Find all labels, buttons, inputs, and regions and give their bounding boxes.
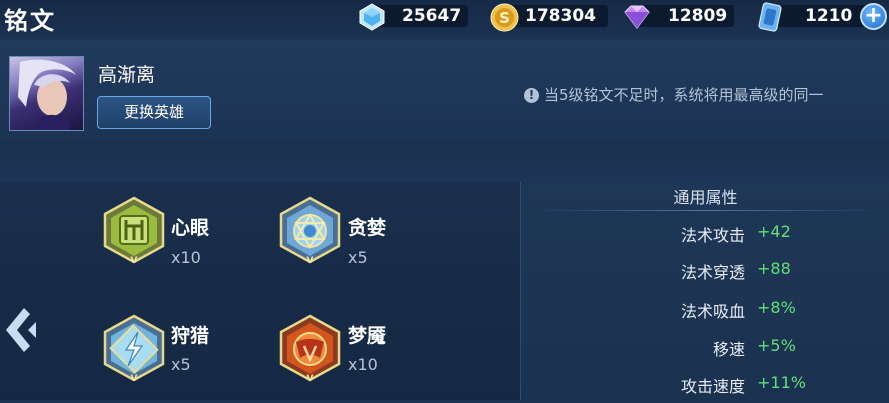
section-divider xyxy=(0,140,889,183)
plus-icon: + xyxy=(864,3,883,28)
rune-count: x10 xyxy=(348,355,378,374)
resource-diamonds: 25647 xyxy=(358,3,468,31)
blue-lightning-rune-icon[interactable]: V xyxy=(100,314,168,384)
rune-name: 贪婪 xyxy=(348,217,387,239)
attribute-row: 移速 +5% xyxy=(521,336,889,366)
rune-name: 心眼 xyxy=(171,217,210,239)
attribute-label: 法术吸血 xyxy=(680,302,745,321)
resource-crystals: 12809 xyxy=(620,3,735,29)
rune-name: 梦魇 xyxy=(348,325,387,347)
attribute-row: 法术攻击 +42 xyxy=(521,222,889,252)
attribute-row: 法术吸血 +8% xyxy=(521,298,889,328)
attribute-row: 法术穿透 +88 xyxy=(521,259,889,289)
attribute-value: +42 xyxy=(757,222,791,241)
green-rune-icon[interactable]: V xyxy=(100,196,168,266)
attribute-row: 攻击速度 +11% xyxy=(521,373,889,403)
attribute-value: +88 xyxy=(757,259,791,278)
hero-name: 高渐离 xyxy=(98,64,156,86)
attribute-value: +5% xyxy=(757,336,796,355)
svg-text:S: S xyxy=(499,9,510,27)
rune-count: x10 xyxy=(171,248,201,267)
attribute-value: +8% xyxy=(757,298,796,317)
svg-text:V: V xyxy=(131,256,138,266)
rune-name: 狩猎 xyxy=(171,325,210,347)
diamond-gem-icon xyxy=(359,3,385,31)
info-icon: ! xyxy=(524,88,539,103)
back-arrow-icon[interactable] xyxy=(0,300,40,360)
attributes-divider xyxy=(531,210,880,211)
svg-text:V: V xyxy=(131,374,138,384)
change-hero-button[interactable]: 更换英雄 xyxy=(97,96,211,129)
red-rune-icon[interactable]: V xyxy=(276,314,344,384)
hero-avatar[interactable] xyxy=(9,56,84,131)
diamond-count: 25647 xyxy=(402,6,462,26)
rune-count: x5 xyxy=(171,355,191,374)
notice-text: ! 当5级铭文不足时，系统将用最高级的同一 xyxy=(524,84,824,105)
add-resource-button[interactable]: + xyxy=(860,3,887,30)
resource-cards: 1210 xyxy=(755,2,865,32)
rune-count: x5 xyxy=(348,248,368,267)
svg-text:V: V xyxy=(307,374,314,384)
top-bar: 铭文 25647 S 178304 12809 1210 + xyxy=(0,0,889,36)
resource-gold: S 178304 xyxy=(490,3,610,32)
blue-star-rune-icon[interactable]: V xyxy=(276,196,344,266)
attributes-title: 通用属性 xyxy=(673,188,738,207)
attribute-label: 攻击速度 xyxy=(680,377,745,396)
card-count: 1210 xyxy=(805,6,853,26)
card-voucher-icon xyxy=(758,2,782,32)
page-title: 铭文 xyxy=(4,7,56,35)
inscription-list xyxy=(0,182,520,400)
purple-crystal-icon xyxy=(624,5,650,29)
gold-count: 178304 xyxy=(525,6,596,26)
attribute-label: 法术攻击 xyxy=(680,226,745,245)
hero-panel: 高渐离 更换英雄 ! 当5级铭文不足时，系统将用最高级的同一 xyxy=(0,40,889,140)
svg-text:V: V xyxy=(307,256,314,266)
hero-portrait-icon xyxy=(18,59,76,130)
attribute-label: 法术穿透 xyxy=(680,263,745,282)
attributes-panel: 通用属性 法术攻击 +42 法术穿透 +88 法术吸血 +8% 移速 +5% 攻… xyxy=(520,182,889,400)
gold-coin-icon: S xyxy=(490,3,519,32)
crystal-count: 12809 xyxy=(668,6,728,26)
attribute-label: 移速 xyxy=(712,340,745,359)
notice-message: 当5级铭文不足时，系统将用最高级的同一 xyxy=(544,86,824,104)
attribute-value: +11% xyxy=(757,373,806,392)
